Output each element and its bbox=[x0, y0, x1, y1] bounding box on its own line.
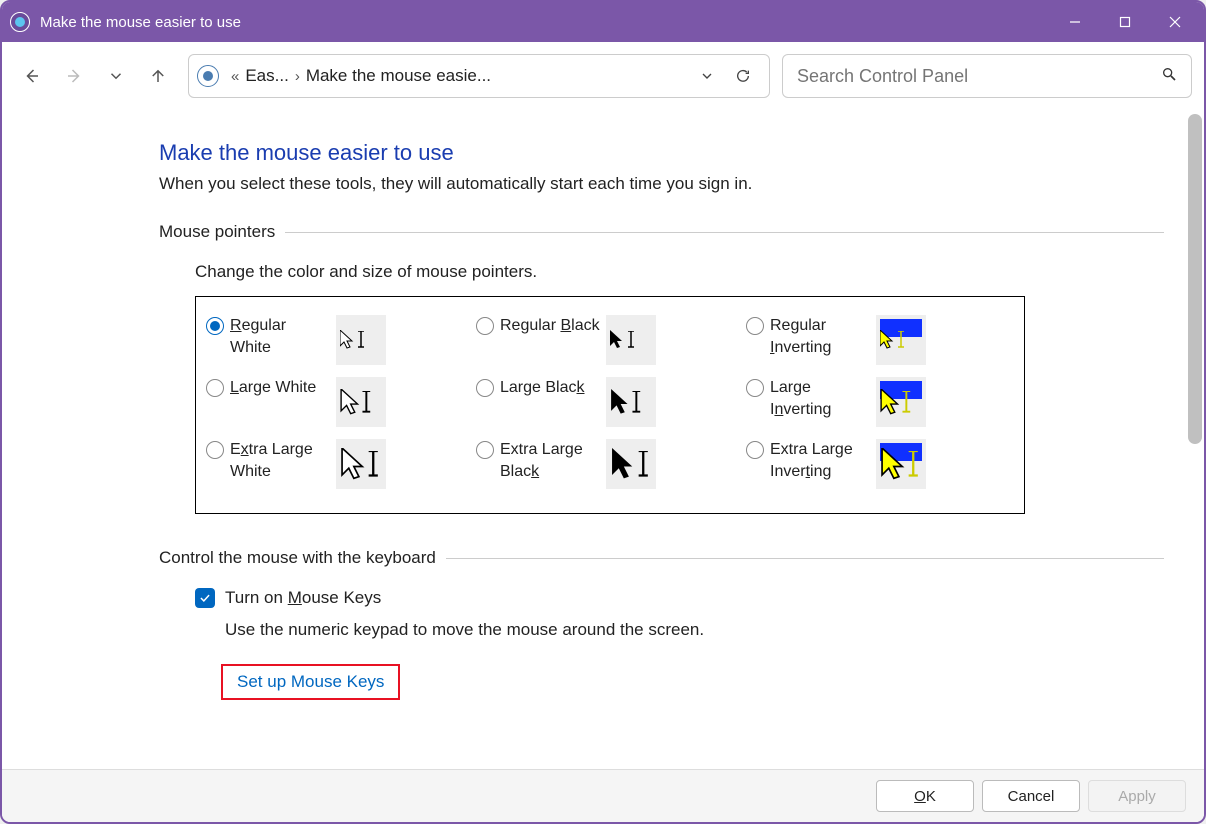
chevron-right-icon: › bbox=[295, 68, 300, 85]
radio-icon bbox=[476, 441, 494, 459]
refresh-icon[interactable] bbox=[725, 68, 761, 84]
radio-large-inverting[interactable]: Large Inverting bbox=[742, 377, 1012, 427]
search-icon[interactable] bbox=[1161, 66, 1177, 87]
setup-mouse-keys-highlight: Set up Mouse Keys bbox=[221, 664, 400, 700]
address-dropdown-icon[interactable] bbox=[689, 68, 725, 84]
content-area: Make the mouse easier to use When you se… bbox=[2, 110, 1204, 769]
window: Make the mouse easier to use « Eas... › … bbox=[0, 0, 1206, 824]
preview-xl-black bbox=[606, 439, 656, 489]
radio-large-black[interactable]: Large Black bbox=[472, 377, 742, 427]
preview-regular-white bbox=[336, 315, 386, 365]
preview-large-white bbox=[336, 377, 386, 427]
breadcrumb-current[interactable]: Make the mouse easie... bbox=[306, 66, 491, 86]
control-panel-icon bbox=[197, 65, 219, 87]
app-icon bbox=[10, 12, 30, 32]
addressbar[interactable]: « Eas... › Make the mouse easie... bbox=[188, 54, 770, 98]
preview-xl-white bbox=[336, 439, 386, 489]
preview-xl-inverting bbox=[876, 439, 926, 489]
close-button[interactable] bbox=[1150, 2, 1200, 42]
scrollbar[interactable] bbox=[1188, 114, 1202, 444]
preview-large-inverting bbox=[876, 377, 926, 427]
radio-regular-inverting[interactable]: Regular Inverting bbox=[742, 315, 1012, 365]
pointers-description: Change the color and size of mouse point… bbox=[195, 262, 1204, 282]
radio-xl-inverting[interactable]: Extra Large Inverting bbox=[742, 439, 1012, 489]
titlebar: Make the mouse easier to use bbox=[2, 2, 1204, 42]
pointer-grid: Regular White Regular Black Regular Inve… bbox=[195, 296, 1025, 514]
search-input[interactable] bbox=[797, 66, 1161, 87]
mouse-keys-checkbox[interactable]: Turn on Mouse Keys bbox=[195, 588, 1204, 608]
radio-icon bbox=[206, 441, 224, 459]
radio-icon bbox=[476, 379, 494, 397]
window-title: Make the mouse easier to use bbox=[40, 14, 1050, 31]
radio-icon bbox=[206, 317, 224, 335]
radio-icon bbox=[746, 379, 764, 397]
preview-regular-black bbox=[606, 315, 656, 365]
minimize-button[interactable] bbox=[1050, 2, 1100, 42]
back-button[interactable] bbox=[14, 58, 50, 94]
cancel-button[interactable]: Cancel bbox=[982, 780, 1080, 812]
radio-icon bbox=[206, 379, 224, 397]
radio-regular-black[interactable]: Regular Black bbox=[472, 315, 742, 365]
toolbar: « Eas... › Make the mouse easie... bbox=[2, 42, 1204, 110]
radio-xl-black[interactable]: Extra Large Black bbox=[472, 439, 742, 489]
page-subtitle: When you select these tools, they will a… bbox=[159, 174, 1204, 194]
buttonbar: OK Cancel Apply bbox=[2, 769, 1204, 822]
radio-large-white[interactable]: Large White bbox=[202, 377, 472, 427]
radio-icon bbox=[476, 317, 494, 335]
radio-icon bbox=[746, 317, 764, 335]
apply-button[interactable]: Apply bbox=[1088, 780, 1186, 812]
maximize-button[interactable] bbox=[1100, 2, 1150, 42]
section-keyboard-control: Control the mouse with the keyboard bbox=[159, 548, 1164, 568]
breadcrumb-parent[interactable]: Eas... bbox=[245, 66, 288, 86]
checkbox-icon bbox=[195, 588, 215, 608]
recent-dropdown[interactable] bbox=[98, 58, 134, 94]
preview-regular-inverting bbox=[876, 315, 926, 365]
mouse-keys-help: Use the numeric keypad to move the mouse… bbox=[225, 620, 1204, 640]
radio-xl-white[interactable]: Extra Large White bbox=[202, 439, 472, 489]
preview-large-black bbox=[606, 377, 656, 427]
ok-button[interactable]: OK bbox=[876, 780, 974, 812]
radio-regular-white[interactable]: Regular White bbox=[202, 315, 472, 365]
chevron-left-icon: « bbox=[231, 68, 239, 85]
page-title: Make the mouse easier to use bbox=[159, 140, 1204, 166]
searchbox[interactable] bbox=[782, 54, 1192, 98]
section-mouse-pointers: Mouse pointers bbox=[159, 222, 1164, 242]
forward-button[interactable] bbox=[56, 58, 92, 94]
up-button[interactable] bbox=[140, 58, 176, 94]
setup-mouse-keys-link[interactable]: Set up Mouse Keys bbox=[237, 672, 384, 691]
radio-icon bbox=[746, 441, 764, 459]
